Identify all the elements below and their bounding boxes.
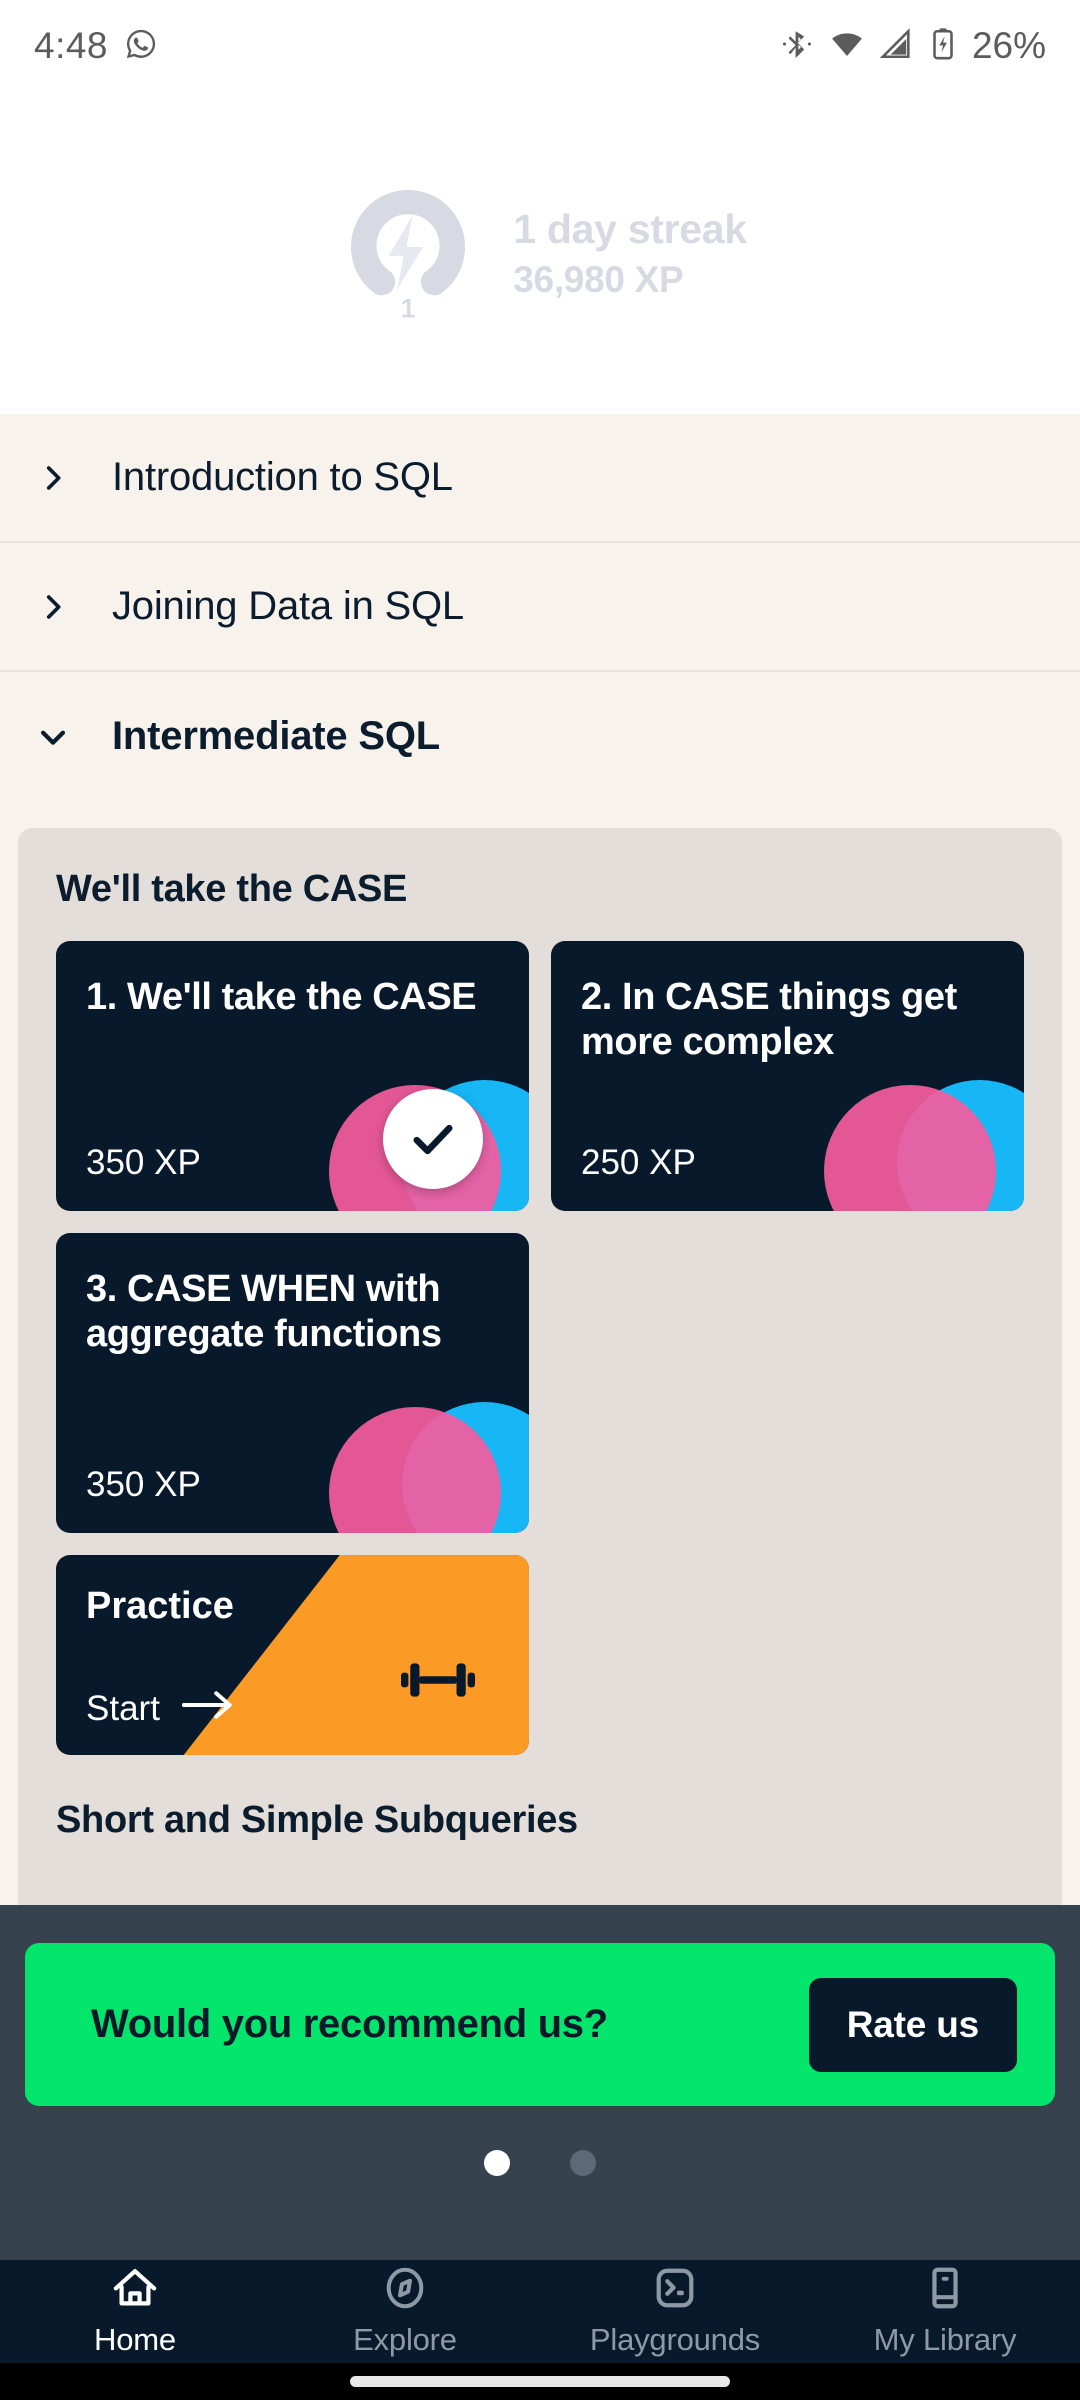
practice-start-row[interactable]: Start: [86, 1689, 499, 1729]
pagination-dot-2[interactable]: [570, 2150, 596, 2176]
next-chapter-heading: Short and Simple Subqueries: [56, 1799, 578, 1841]
chapter-panel: We'll take the CASE 1. We'll take the CA…: [18, 828, 1062, 1905]
streak-header[interactable]: 1 1 day streak 36,980 XP: [0, 92, 1080, 414]
status-bar-left: 4:48: [34, 25, 158, 67]
lesson-card-grid: 1. We'll take the CASE 350 XP 2. In CASE…: [56, 941, 1024, 1755]
course-label: Joining Data in SQL: [112, 584, 464, 628]
bottom-navigation-bar: Home Explore Playgrounds My Library: [0, 2260, 1080, 2363]
lesson-card[interactable]: 2. In CASE things get more complex 250 X…: [551, 941, 1024, 1211]
nav-label: Home: [94, 2322, 176, 2357]
status-bar: 4:48 26%: [0, 0, 1080, 92]
app-root: 4:48 26% 1 1 day streak 36,980 XP Introd…: [0, 0, 1080, 2400]
rate-us-button[interactable]: Rate us: [808, 1977, 1017, 2072]
gesture-navigation-area: [0, 2363, 1080, 2400]
course-label: Intermediate SQL: [112, 714, 440, 758]
pagination-dot-1[interactable]: [484, 2150, 510, 2176]
promo-overlay: Would you recommend us? Rate us: [0, 1905, 1080, 2260]
card-decoration: [309, 1373, 529, 1533]
lesson-title: 1. We'll take the CASE: [86, 976, 477, 1018]
course-row-joining-data-in-sql[interactable]: Joining Data in SQL: [0, 543, 1080, 672]
svg-text:1: 1: [401, 294, 416, 324]
promo-question: Would you recommend us?: [91, 2002, 608, 2046]
streak-title: 1 day streak: [513, 205, 747, 252]
status-bar-right: 26%: [780, 25, 1046, 67]
streak-text-block: 1 day streak 36,980 XP: [513, 205, 747, 301]
nav-item-explore[interactable]: Explore: [270, 2265, 540, 2358]
nav-item-home[interactable]: Home: [0, 2265, 270, 2358]
status-bar-clock: 4:48: [34, 25, 109, 66]
lesson-xp: 350 XP: [86, 1465, 201, 1504]
lesson-title: 3. CASE WHEN with aggregate functions: [86, 1268, 442, 1355]
chapter-heading: We'll take the CASE: [56, 868, 408, 910]
arrow-right-icon: [181, 1689, 236, 1729]
streak-ring-icon: 1: [333, 178, 483, 328]
practice-title: Practice: [86, 1585, 234, 1627]
nav-item-my-library[interactable]: My Library: [810, 2265, 1080, 2358]
whatsapp-icon: [124, 27, 158, 66]
card-decoration: [804, 1051, 1024, 1211]
practice-start-label: Start: [86, 1689, 160, 1728]
bluetooth-icon: [780, 27, 814, 66]
promo-pagination: [0, 2150, 1080, 2176]
grid-spacer: [551, 1233, 1024, 1533]
streak-xp: 36,980 XP: [513, 258, 684, 300]
nav-label: Explore: [353, 2322, 457, 2357]
practice-card[interactable]: Practice Start: [56, 1555, 529, 1755]
battery-percent-label: 26%: [971, 25, 1046, 66]
lesson-xp: 250 XP: [581, 1143, 696, 1182]
course-row-introduction-to-sql[interactable]: Introduction to SQL: [0, 414, 1080, 543]
terminal-icon: [650, 2265, 700, 2316]
chevron-right-icon: [36, 461, 70, 495]
course-label: Introduction to SQL: [112, 455, 453, 499]
lesson-card[interactable]: 3. CASE WHEN with aggregate functions 35…: [56, 1233, 529, 1533]
chevron-right-icon: [36, 590, 70, 624]
cellular-signal-icon: [879, 27, 914, 66]
course-list: Introduction to SQL Joining Data in SQL …: [0, 414, 1080, 1905]
nav-label: Playgrounds: [589, 2322, 761, 2357]
book-icon: [920, 2265, 970, 2316]
lesson-card[interactable]: 1. We'll take the CASE 350 XP: [56, 941, 529, 1211]
compass-icon: [380, 2265, 430, 2316]
chevron-down-icon: [36, 720, 70, 754]
promo-banner: Would you recommend us? Rate us: [25, 1943, 1055, 2106]
lesson-title: 2. In CASE things get more complex: [581, 976, 957, 1063]
nav-item-playgrounds[interactable]: Playgrounds: [540, 2265, 810, 2358]
gesture-bar[interactable]: [350, 2376, 730, 2387]
nav-label: My Library: [873, 2322, 1017, 2357]
lesson-completed-badge: [383, 1089, 483, 1189]
wifi-icon: [830, 27, 864, 66]
battery-charging-icon: [930, 27, 956, 66]
home-icon: [110, 2265, 160, 2316]
course-row-intermediate-sql[interactable]: Intermediate SQL: [0, 672, 1080, 801]
